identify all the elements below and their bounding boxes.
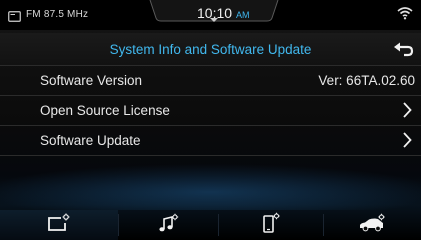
chevron-right-icon <box>402 102 412 123</box>
nav-divider <box>118 214 119 236</box>
list-item-software-version: Software Version Ver: 66TA.02.60 <box>0 65 421 95</box>
infotainment-screen: FM 87.5 MHz 10:10 AM System Info and Sof… <box>0 0 421 240</box>
nav-divider <box>218 214 219 236</box>
wifi-icon <box>397 6 413 25</box>
list-item-label: Software Version <box>40 73 143 88</box>
header: System Info and Software Update <box>0 33 421 65</box>
sound-settings-icon <box>157 213 179 238</box>
vehicle-settings-icon <box>358 213 386 238</box>
back-button[interactable] <box>394 42 414 58</box>
nav-divider <box>323 214 324 236</box>
list-item-label: Software Update <box>40 133 141 148</box>
display-settings-icon <box>47 213 71 238</box>
radio-station: FM 87.5 MHz <box>26 9 89 20</box>
clock-ampm: AM <box>236 10 250 20</box>
clock-time: 10:10 <box>197 5 233 21</box>
page-title: System Info and Software Update <box>109 42 312 57</box>
software-version-value: Ver: 66TA.02.60 <box>318 73 415 88</box>
tab-sound-settings[interactable] <box>118 210 218 240</box>
tab-phone-settings[interactable] <box>218 210 323 240</box>
back-arrow-icon <box>394 42 414 62</box>
phone-settings-icon <box>261 212 281 239</box>
tab-display-settings[interactable] <box>0 210 118 240</box>
bottom-nav <box>0 210 421 240</box>
status-bar: FM 87.5 MHz 10:10 AM <box>0 0 421 30</box>
list-item-open-source-license[interactable]: Open Source License <box>0 95 421 125</box>
list-item-label: Open Source License <box>40 103 170 118</box>
tab-vehicle-settings[interactable] <box>323 210 421 240</box>
background-glow <box>0 150 421 210</box>
radio-icon <box>8 9 21 27</box>
